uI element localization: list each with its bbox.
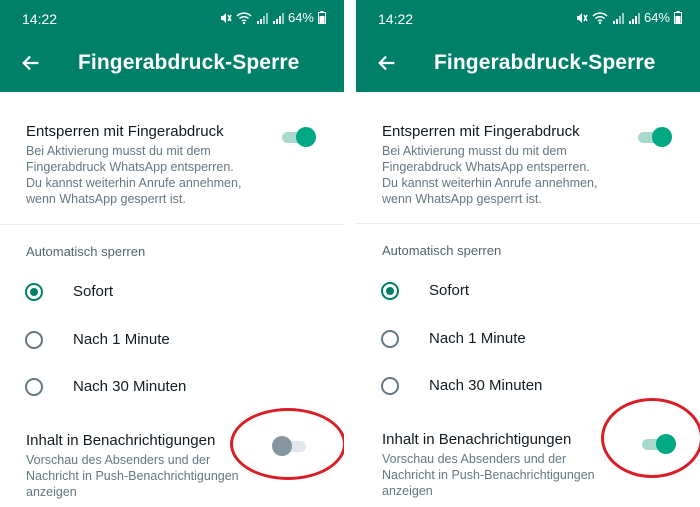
autolock-section-heading: Automatisch sperren (382, 243, 502, 258)
screenshot-panel-after: 14:22 64% Fingerabdruck-Sperre Entsperre… (356, 0, 700, 507)
signal-icon (272, 12, 284, 24)
battery-icon (674, 11, 682, 24)
fingerprint-setting-title[interactable]: Entsperren mit Fingerabdruck (382, 123, 580, 140)
panel-gap (344, 0, 356, 507)
notifications-setting-description: Vorschau des Absenders und der Nachricht… (26, 453, 239, 499)
signal-icon (256, 12, 268, 24)
radio-button[interactable] (25, 331, 43, 349)
autolock-section-heading: Automatisch sperren (26, 244, 146, 259)
notifications-toggle[interactable] (272, 434, 308, 458)
status-bar: 14:22 64% (0, 0, 344, 36)
screenshot-panel-before: 14:22 64% Fingerabdruck-Sperre Entsperre… (0, 0, 344, 507)
signal-icon (612, 12, 624, 24)
app-bar: Fingerabdruck-Sperre (0, 36, 344, 92)
arrow-left-icon[interactable] (20, 52, 42, 74)
autolock-option-1-minute[interactable]: Nach 1 Minute (0, 324, 344, 360)
wifi-icon (592, 11, 608, 24)
battery-icon (318, 11, 326, 24)
radio-button[interactable] (381, 330, 399, 348)
notifications-setting-title[interactable]: Inhalt in Benachrichtigungen (26, 432, 215, 449)
fingerprint-setting-description: Bei Aktivierung musst du mit dem Fingera… (26, 144, 242, 206)
autolock-option-30-minutes[interactable]: Nach 30 Minuten (0, 371, 344, 407)
app-bar: Fingerabdruck-Sperre (356, 36, 700, 92)
section-divider (356, 223, 700, 224)
page-title: Fingerabdruck-Sperre (78, 51, 300, 74)
fingerprint-toggle[interactable] (280, 125, 316, 149)
radio-button[interactable] (381, 377, 399, 395)
status-time: 14:22 (378, 11, 414, 27)
status-time: 14:22 (22, 11, 58, 27)
fingerprint-toggle[interactable] (636, 125, 672, 149)
fingerprint-setting-title[interactable]: Entsperren mit Fingerabdruck (26, 123, 224, 140)
autolock-option-sofort[interactable]: Sofort (356, 275, 700, 311)
battery-percent: 64% (287, 10, 314, 25)
autolock-option-sofort[interactable]: Sofort (0, 276, 344, 312)
wifi-icon (236, 11, 252, 24)
status-bar: 14:22 64% (356, 0, 700, 36)
notifications-toggle[interactable] (640, 432, 676, 456)
arrow-left-icon[interactable] (376, 52, 398, 74)
mute-icon (576, 12, 588, 23)
notifications-setting-description: Vorschau des Absenders und der Nachricht… (382, 452, 595, 498)
battery-percent: 64% (643, 10, 670, 25)
radio-button-checked[interactable] (25, 283, 43, 301)
section-divider (0, 224, 344, 225)
signal-icon (628, 12, 640, 24)
notifications-setting-title[interactable]: Inhalt in Benachrichtigungen (382, 431, 571, 448)
mute-icon (220, 12, 232, 23)
page-title: Fingerabdruck-Sperre (434, 51, 656, 74)
status-icons: 64% (574, 10, 682, 25)
fingerprint-setting-description: Bei Aktivierung musst du mit dem Fingera… (382, 144, 598, 206)
autolock-option-30-minutes[interactable]: Nach 30 Minuten (356, 370, 700, 406)
radio-button[interactable] (25, 378, 43, 396)
status-icons: 64% (218, 10, 326, 25)
radio-button-checked[interactable] (381, 282, 399, 300)
autolock-option-1-minute[interactable]: Nach 1 Minute (356, 323, 700, 359)
